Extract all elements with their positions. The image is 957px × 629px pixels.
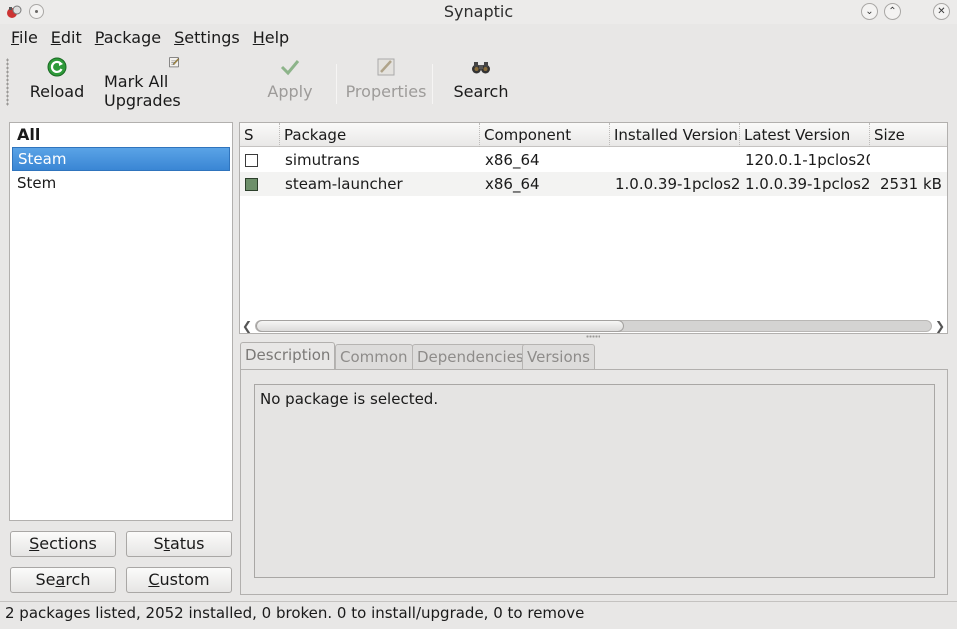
tab-common[interactable]: Common [335, 344, 413, 369]
scrollbar-track[interactable] [255, 320, 932, 332]
reload-button[interactable]: Reload [28, 56, 86, 110]
horizontal-scrollbar[interactable]: ❮ ❯ [239, 318, 948, 334]
filter-item-steam[interactable]: Steam [12, 147, 230, 171]
package-component: x86_64 [485, 175, 540, 193]
search-label: Search [453, 82, 509, 101]
scrollbar-thumb[interactable] [256, 320, 624, 332]
mark-all-upgrades-button[interactable]: Mark All Upgrades [104, 56, 244, 110]
pane-splitter-handle[interactable] [586, 335, 600, 338]
checkmark-icon [280, 60, 300, 76]
reload-label: Reload [29, 82, 85, 101]
status-bar: 2 packages listed, 2052 installed, 0 bro… [0, 601, 957, 625]
tab-versions[interactable]: Versions [522, 344, 595, 369]
minimize-button[interactable]: ⌄ [861, 3, 878, 20]
toolbar-separator [432, 64, 433, 104]
package-latest-version: 120.0.1-1pclos20 [745, 151, 870, 169]
menu-settings[interactable]: Settings [174, 28, 240, 47]
apply-button[interactable]: Apply [264, 56, 316, 110]
menu-file[interactable]: File [11, 28, 38, 47]
custom-button[interactable]: Custom [126, 567, 232, 593]
package-table: S Package Component Installed Version La… [239, 122, 948, 334]
toolbar-separator [336, 64, 337, 104]
column-size[interactable]: Size [870, 123, 947, 147]
toolbar: Reload Mark All Upgrades Apply Propertie… [0, 52, 957, 114]
properties-label: Properties [345, 82, 427, 101]
toolbar-grip[interactable] [6, 58, 9, 106]
properties-button[interactable]: Properties [345, 56, 427, 110]
window-title: Synaptic [443, 2, 514, 21]
column-component[interactable]: Component [480, 123, 610, 147]
menu-package[interactable]: Package [95, 28, 161, 47]
table-row[interactable]: simutrans x86_64 120.0.1-1pclos20 [240, 148, 947, 172]
search-button[interactable]: Search [452, 56, 510, 110]
scroll-right-icon[interactable]: ❯ [935, 318, 945, 334]
menu-edit[interactable]: Edit [51, 28, 82, 47]
menu-help[interactable]: Help [253, 28, 289, 47]
status-checkbox[interactable] [245, 178, 258, 191]
search-filter-button[interactable]: Search [10, 567, 116, 593]
package-component: x86_64 [485, 151, 540, 169]
description-pane: No package is selected. [240, 369, 948, 595]
maximize-button[interactable]: ⌃ [884, 3, 901, 20]
binoculars-icon [472, 62, 490, 74]
status-button[interactable]: Status [126, 531, 232, 557]
details-tabs: Description Common Dependencies Versions [240, 342, 948, 370]
table-header: S Package Component Installed Version La… [240, 123, 947, 147]
description-box: No package is selected. [254, 384, 935, 578]
package-installed-version: 1.0.0.39-1pclos20 [615, 175, 740, 193]
package-latest-version: 1.0.0.39-1pclos20 [745, 175, 870, 193]
apply-label: Apply [267, 82, 313, 101]
properties-icon [377, 58, 395, 76]
reload-icon [47, 57, 67, 77]
close-button[interactable]: ✕ [933, 3, 950, 20]
description-text: No package is selected. [260, 390, 439, 408]
package-name: simutrans [285, 151, 360, 169]
table-row[interactable]: steam-launcher x86_64 1.0.0.39-1pclos20 … [240, 172, 947, 196]
column-status[interactable]: S [240, 123, 280, 147]
filter-list: All Steam Stem [9, 122, 233, 521]
column-installed-version[interactable]: Installed Version [610, 123, 740, 147]
package-name: steam-launcher [285, 175, 403, 193]
tab-description[interactable]: Description [240, 342, 336, 370]
column-latest-version[interactable]: Latest Version [740, 123, 870, 147]
tab-dependencies[interactable]: Dependencies [412, 344, 529, 369]
package-size: 2531 kB [880, 175, 942, 193]
column-package[interactable]: Package [280, 123, 480, 147]
status-checkbox[interactable] [245, 154, 258, 167]
filter-item-stem[interactable]: Stem [12, 171, 230, 195]
sections-button[interactable]: Sections [10, 531, 116, 557]
mark-all-upgrades-label: Mark All Upgrades [104, 72, 181, 110]
title-bar: Synaptic ⌄ ⌃ ✕ [0, 0, 957, 24]
filter-item-all[interactable]: All [12, 123, 230, 147]
menu-bar: File Edit Package Settings Help [0, 25, 957, 49]
scroll-left-icon[interactable]: ❮ [242, 318, 252, 334]
mark-upgrades-icon [169, 57, 180, 68]
